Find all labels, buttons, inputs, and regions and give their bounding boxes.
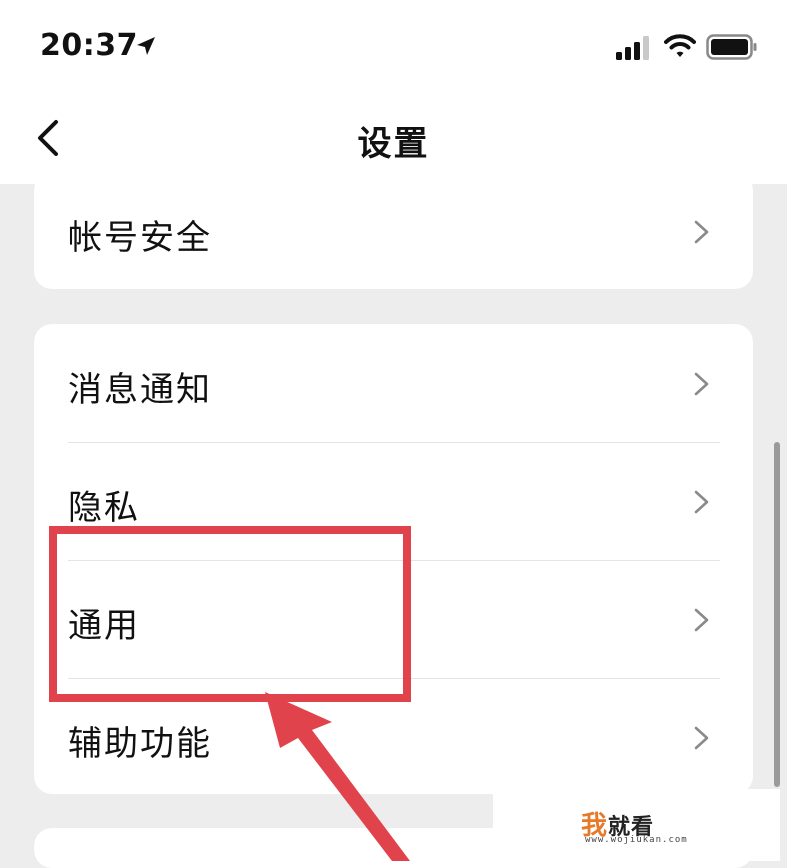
page-title: 设置 bbox=[357, 124, 430, 164]
wifi-icon bbox=[664, 34, 696, 57]
chevron-right-icon bbox=[694, 220, 709, 244]
settings-group-account: 帐号安全 bbox=[34, 172, 753, 289]
settings-item-label: 消息通知 bbox=[68, 370, 212, 410]
watermark-url: www.wojiukan.com bbox=[585, 835, 688, 845]
battery-icon bbox=[706, 34, 757, 60]
navigation-header: 20:37 设置 bbox=[0, 0, 787, 184]
settings-item-label: 辅助功能 bbox=[68, 724, 212, 764]
settings-item-label: 隐私 bbox=[68, 488, 140, 528]
settings-item-label: 帐号安全 bbox=[68, 218, 212, 258]
watermark: 我就看 www.wojiukan.com bbox=[493, 789, 780, 861]
settings-item-notifications[interactable]: 消息通知 bbox=[34, 324, 753, 442]
status-time: 20:37 bbox=[40, 28, 138, 63]
location-arrow-icon bbox=[137, 37, 155, 55]
chevron-right-icon bbox=[694, 490, 709, 514]
annotation-arrow bbox=[265, 692, 410, 861]
chevron-right-icon bbox=[694, 608, 709, 632]
scrollbar[interactable] bbox=[774, 442, 780, 787]
cellular-signal-icon bbox=[616, 36, 650, 60]
settings-item-account-security[interactable]: 帐号安全 bbox=[34, 172, 753, 290]
chevron-right-icon bbox=[694, 726, 709, 750]
chevron-right-icon bbox=[694, 372, 709, 396]
highlight-annotation-box bbox=[49, 526, 411, 702]
